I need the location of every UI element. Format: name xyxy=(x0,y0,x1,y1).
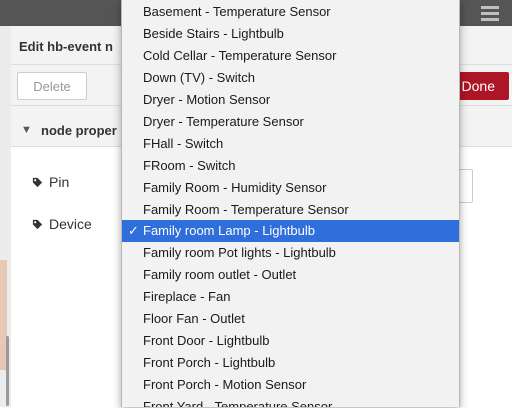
option-label: Down (TV) - Switch xyxy=(143,70,255,85)
option-label: Basement - Temperature Sensor xyxy=(143,4,331,19)
option-label: Front Porch - Lightbulb xyxy=(143,355,276,370)
option-label: Family Room - Humidity Sensor xyxy=(143,180,327,195)
dropdown-option[interactable]: Family Room - Temperature Sensor xyxy=(122,199,459,221)
field-label: Device xyxy=(49,216,92,232)
field-label: Pin xyxy=(49,174,70,190)
tag-icon xyxy=(32,219,43,229)
dropdown-option[interactable]: Basement - Temperature Sensor xyxy=(122,1,459,23)
option-label: Dryer - Motion Sensor xyxy=(143,92,271,107)
section-label: node proper xyxy=(41,123,117,138)
option-label: FRoom - Switch xyxy=(143,158,236,173)
dropdown-option[interactable]: Dryer - Motion Sensor xyxy=(122,89,459,111)
option-label: Front Door - Lightbulb xyxy=(143,333,270,348)
option-label: Cold Cellar - Temperature Sensor xyxy=(143,48,337,63)
field-row-pin: Pin xyxy=(32,174,69,190)
dropdown-option[interactable]: Front Yard - Temperature Sensor xyxy=(122,396,459,407)
device-select-dropdown[interactable]: Basement - Temperature Sensor Beside Sta… xyxy=(121,0,460,407)
dropdown-option[interactable]: Front Porch - Lightbulb xyxy=(122,352,459,374)
option-label: Family room outlet - Outlet xyxy=(143,267,297,282)
option-label: Family room Pot lights - Lightbulb xyxy=(143,245,336,260)
delete-button[interactable]: Delete xyxy=(17,72,87,100)
dropdown-option[interactable]: Beside Stairs - Lightbulb xyxy=(122,23,459,45)
dropdown-option[interactable]: Floor Fan - Outlet xyxy=(122,308,459,330)
dropdown-option[interactable]: Down (TV) - Switch xyxy=(122,67,459,89)
dropdown-option[interactable]: Family room outlet - Outlet xyxy=(122,264,459,286)
chevron-down-icon: ▼ xyxy=(21,124,32,136)
dropdown-option[interactable]: Family room Pot lights - Lightbulb xyxy=(122,242,459,264)
scrollbar[interactable] xyxy=(6,336,9,406)
option-label: Front Yard - Temperature Sensor xyxy=(143,399,333,407)
option-label: Family room Lamp - Lightbulb xyxy=(143,223,315,238)
hamburger-icon[interactable] xyxy=(476,0,504,26)
dropdown-option[interactable]: Fireplace - Fan xyxy=(122,286,459,308)
dropdown-option-selected[interactable]: ✓ Family room Lamp - Lightbulb xyxy=(122,220,459,242)
dropdown-option[interactable]: Cold Cellar - Temperature Sensor xyxy=(122,45,459,67)
option-label: Front Porch - Motion Sensor xyxy=(143,377,307,392)
dropdown-option[interactable]: Dryer - Temperature Sensor xyxy=(122,111,459,133)
dropdown-option[interactable]: FHall - Switch xyxy=(122,133,459,155)
checkmark-icon: ✓ xyxy=(128,223,139,238)
dropdown-option[interactable]: FRoom - Switch xyxy=(122,155,459,177)
field-row-device: Device xyxy=(32,216,92,232)
dropdown-option[interactable]: Front Porch - Motion Sensor xyxy=(122,374,459,396)
dropdown-option[interactable]: Front Door - Lightbulb xyxy=(122,330,459,352)
option-label: Beside Stairs - Lightbulb xyxy=(143,26,284,41)
option-label: Family Room - Temperature Sensor xyxy=(143,202,349,217)
option-label: Fireplace - Fan xyxy=(143,289,231,304)
option-label: Floor Fan - Outlet xyxy=(143,311,245,326)
dropdown-option[interactable]: Family Room - Humidity Sensor xyxy=(122,177,459,199)
option-label: FHall - Switch xyxy=(143,136,224,151)
option-label: Dryer - Temperature Sensor xyxy=(143,114,304,129)
tray-title: Edit hb-event n xyxy=(19,39,113,54)
tag-icon xyxy=(32,177,43,187)
